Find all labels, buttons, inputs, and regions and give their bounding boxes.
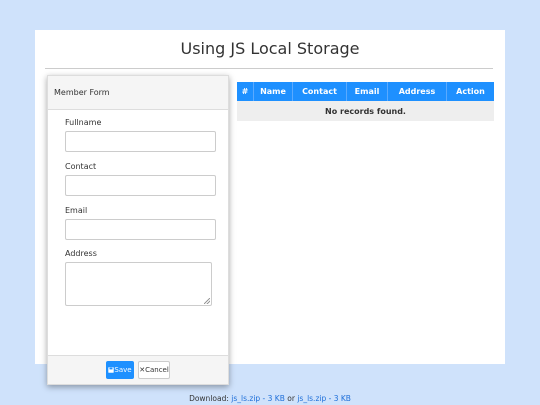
form-header: Member Form — [48, 76, 228, 110]
save-label: Save — [114, 366, 132, 374]
email-label: Email — [65, 206, 88, 215]
form-footer: Save ✕Cancel — [48, 355, 228, 384]
download-prefix: Download: — [189, 394, 229, 403]
col-contact: Contact — [292, 82, 347, 101]
email-input[interactable] — [65, 219, 216, 240]
cancel-button[interactable]: ✕Cancel — [138, 361, 170, 379]
contact-label: Contact — [65, 162, 97, 171]
contact-input[interactable] — [65, 175, 216, 196]
col-number: # — [237, 82, 254, 101]
col-name: Name — [253, 82, 293, 101]
fullname-input[interactable] — [65, 131, 216, 152]
fullname-label: Fullname — [65, 118, 102, 127]
main-panel: Using JS Local Storage Member Form Fulln… — [35, 30, 505, 385]
page-title: Using JS Local Storage — [180, 39, 360, 58]
table-row: No records found. — [237, 101, 494, 121]
resize-grip-icon[interactable] — [204, 298, 210, 304]
title-divider — [45, 68, 493, 69]
download-link-1[interactable]: js_ls.zip - 3 KB — [231, 394, 285, 403]
empty-message: No records found. — [237, 101, 494, 121]
address-textarea[interactable] — [65, 262, 212, 306]
col-email: Email — [346, 82, 388, 101]
col-address: Address — [387, 82, 447, 101]
download-link-2[interactable]: js_ls.zip - 3 KB — [297, 394, 351, 403]
address-label: Address — [65, 249, 97, 258]
download-or: or — [287, 394, 295, 403]
records-table: # Name Contact Email Address Action No r… — [237, 82, 494, 121]
download-footer: Download: js_ls.zip - 3 KB or js_ls.zip … — [0, 394, 540, 403]
save-button[interactable]: Save — [106, 361, 134, 379]
member-form-card: Member Form Fullname Contact Email Addre… — [47, 75, 229, 385]
col-action: Action — [446, 82, 494, 101]
table-header-row: # Name Contact Email Address Action — [237, 82, 494, 101]
cancel-label: Cancel — [145, 366, 169, 374]
